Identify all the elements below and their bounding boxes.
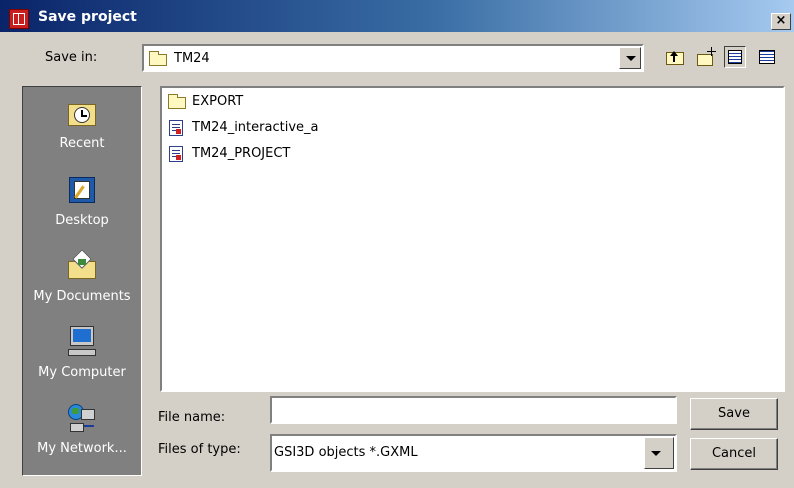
desktop-icon: [66, 173, 98, 205]
document-icon: [169, 120, 183, 136]
file-name-input[interactable]: [270, 396, 677, 424]
window-title: Save project: [38, 9, 137, 25]
place-my-computer[interactable]: My Computer: [23, 325, 141, 380]
place-label: My Computer: [38, 365, 126, 380]
my-documents-folder-icon: [66, 249, 98, 281]
place-label: My Documents: [33, 289, 131, 304]
files-of-type-value: GSI3D objects *.GXML: [274, 445, 418, 460]
network-places-icon: [66, 401, 98, 433]
save-in-dropdown[interactable]: TM24: [142, 44, 644, 72]
up-one-level-icon[interactable]: [664, 46, 686, 68]
save-in-label: Save in:: [45, 50, 98, 65]
create-new-folder-icon[interactable]: [696, 46, 718, 68]
place-label: Recent: [59, 136, 105, 151]
file-name: EXPORT: [192, 94, 244, 109]
file-name: TM24_PROJECT: [192, 146, 291, 161]
places-bar: Recent Desktop My Documents My Computer: [22, 86, 142, 476]
place-label: My Network...: [37, 441, 127, 456]
save-button[interactable]: Save: [690, 398, 778, 430]
place-desktop[interactable]: Desktop: [23, 173, 141, 228]
recent-clock-icon: [66, 96, 98, 128]
list-view-icon[interactable]: [724, 46, 746, 68]
chevron-down-icon[interactable]: [619, 47, 641, 69]
place-label: Desktop: [55, 213, 109, 228]
files-of-type-label: Files of type:: [158, 442, 241, 457]
app-icon: [9, 9, 29, 29]
folder-icon: [168, 94, 186, 109]
place-my-network[interactable]: My Network...: [23, 401, 141, 456]
save-in-value: TM24: [174, 51, 210, 66]
folder-icon: [149, 51, 167, 66]
files-of-type-dropdown[interactable]: GSI3D objects *.GXML: [270, 434, 677, 472]
file-name: TM24_interactive_a: [192, 120, 319, 135]
place-recent[interactable]: Recent: [23, 96, 141, 151]
close-button[interactable]: ×: [771, 13, 791, 30]
document-icon: [169, 146, 183, 162]
computer-monitor-icon: [66, 325, 98, 357]
place-my-documents[interactable]: My Documents: [23, 249, 141, 304]
title-bar[interactable]: Save project ×: [0, 0, 794, 32]
details-view-icon[interactable]: [756, 46, 778, 68]
file-list[interactable]: EXPORT TM24_interactive_a TM24_PROJECT: [160, 86, 785, 392]
file-name-label: File name:: [158, 410, 226, 425]
chevron-down-icon[interactable]: [644, 437, 674, 469]
cancel-button[interactable]: Cancel: [690, 438, 778, 470]
